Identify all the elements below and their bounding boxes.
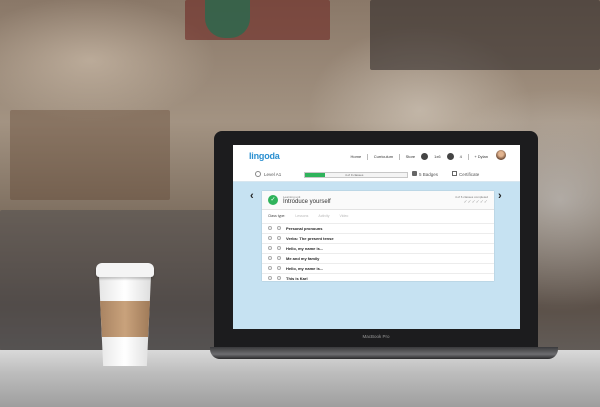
cup-sleeve — [100, 301, 150, 337]
lesson-row[interactable]: Verbs: The present tense — [262, 233, 494, 243]
nav-home[interactable]: Home — [351, 154, 362, 159]
lesson-title[interactable]: Hello, my name is... — [286, 246, 323, 251]
unit-header: ✓ Learning unit Introduce yourself 4 of … — [262, 191, 494, 210]
globe-icon[interactable] — [421, 153, 429, 160]
lesson-row[interactable]: Hello, my name is... — [262, 263, 494, 273]
top-navigation-bar: lingoda Home Curriculum Store 1x6 4 + Dy… — [233, 145, 520, 168]
filter-option-video[interactable]: Video — [339, 214, 348, 218]
next-unit-arrow-icon[interactable]: › — [498, 190, 502, 202]
lesson-list: Personal pronouns Verbs: The present ten… — [262, 223, 494, 283]
nav-divider — [367, 153, 368, 160]
level-label[interactable]: Level A1 — [264, 172, 281, 177]
lesson-status-icon — [268, 266, 272, 270]
certificate-icon — [452, 171, 457, 176]
lesson-title[interactable]: Verbs: The present tense — [286, 236, 334, 241]
laptop-screen: lingoda Home Curriculum Store 1x6 4 + Dy… — [233, 145, 520, 329]
lesson-status-icon — [268, 236, 272, 240]
nav-curriculum[interactable]: Curriculum — [374, 154, 393, 159]
nav-store[interactable]: Store — [406, 154, 416, 159]
learning-unit-card: ✓ Learning unit Introduce yourself 4 of … — [262, 191, 494, 281]
lesson-status-icon — [268, 226, 272, 230]
badges-link[interactable]: 5 Badges — [419, 172, 438, 177]
laptop-model-label: MacBook Pro — [362, 334, 390, 339]
lesson-type-icon — [277, 266, 281, 270]
lesson-status-icon — [268, 246, 272, 250]
filter-option-lessons[interactable]: Lessons — [295, 214, 308, 218]
lesson-type-icon — [277, 276, 281, 280]
lesson-title[interactable]: Personal pronouns — [286, 226, 322, 231]
filter-option-activity[interactable]: Activity — [318, 214, 329, 218]
lesson-title[interactable]: This is Karl — [286, 276, 308, 281]
classes-completed-text: 4 of 6 classes completed — [454, 194, 488, 199]
level-icon — [255, 171, 261, 177]
level-progress-bar: 4 of 9 classes — [304, 172, 408, 178]
badge-icon — [412, 171, 417, 176]
nav-divider — [467, 153, 469, 160]
previous-unit-arrow-icon[interactable]: ‹ — [250, 190, 254, 202]
coffee-cup — [96, 263, 154, 367]
notification-count: 4 — [459, 154, 462, 159]
lesson-type-icon — [277, 256, 281, 260]
unit-complete-check-icon: ✓ — [268, 195, 278, 205]
main-nav: Home Curriculum Store 1x6 4 + Dylan — [351, 153, 488, 160]
notification-icon[interactable] — [446, 153, 454, 160]
lesson-type-icon — [277, 226, 281, 230]
user-menu[interactable]: + Dylan — [474, 154, 488, 159]
unit-title: Introduce yourself — [283, 199, 331, 205]
level-progress-text: 4 of 9 classes — [345, 172, 364, 177]
pendant-lamp — [205, 0, 250, 38]
cup-lid — [96, 263, 154, 277]
credit-count: 1x6 — [434, 154, 441, 159]
pastry-shelf — [10, 110, 170, 200]
class-type-filter: Class type: Lessons Activity Video — [268, 214, 348, 218]
menu-board-right — [370, 0, 600, 70]
certificate-link[interactable]: Certificate — [459, 172, 479, 177]
lesson-type-icon — [277, 246, 281, 250]
lesson-status-icon — [268, 256, 272, 260]
completion-checks: ✓✓✓✓✓✓ — [463, 199, 488, 204]
nav-divider — [399, 153, 400, 160]
lingoda-logo[interactable]: lingoda — [249, 151, 280, 161]
lesson-row[interactable]: Me and my family — [262, 253, 494, 263]
lesson-row[interactable]: Hello, my name is... — [262, 243, 494, 253]
lesson-title[interactable]: Hello, my name is... — [286, 266, 323, 271]
filter-label: Class type: — [268, 214, 286, 218]
lesson-row[interactable]: Personal pronouns — [262, 223, 494, 233]
level-bar: Level A1 4 of 9 classes 5 Badges Certifi… — [233, 167, 520, 182]
lesson-status-icon — [268, 276, 272, 280]
unit-label: Learning unit — [283, 194, 301, 199]
laptop-base — [210, 347, 558, 359]
lesson-row[interactable]: This is Karl — [262, 273, 494, 283]
lesson-type-icon — [277, 236, 281, 240]
level-progress-fill — [305, 173, 326, 177]
user-avatar[interactable] — [496, 150, 506, 160]
lesson-title[interactable]: Me and my family — [286, 256, 319, 261]
